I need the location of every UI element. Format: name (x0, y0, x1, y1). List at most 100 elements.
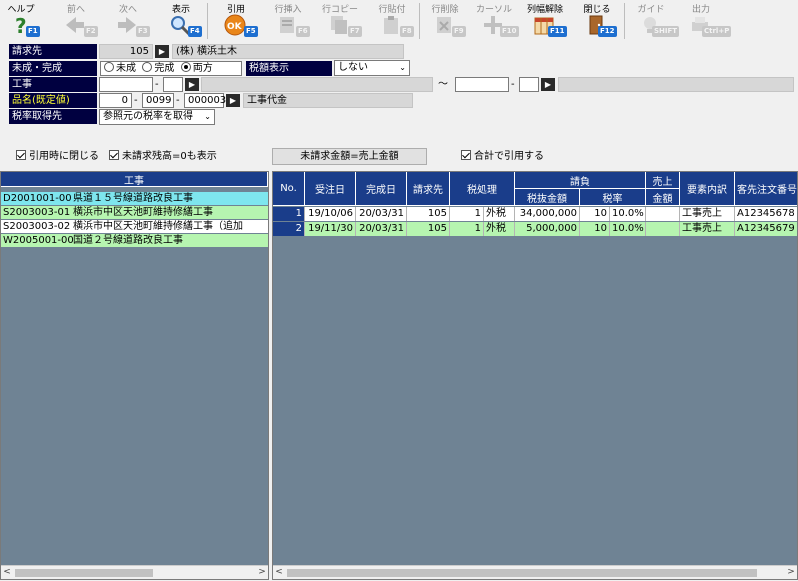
cell-order-date: 19/10/06 (305, 207, 356, 221)
tax-display-value: しない (338, 62, 368, 73)
billing-code[interactable]: 105 (99, 44, 153, 59)
cell-sales (646, 222, 680, 236)
quote-total-label: 合計で引用する (474, 151, 544, 162)
header-sales-top: 売上 (646, 172, 680, 189)
project-name: 横浜市中区天池町維持修繕工事 (73, 207, 213, 218)
project-list-item[interactable]: S2003003-02 横浜市中区天池町維持修繕工事（追加 (1, 220, 268, 233)
check-icon (16, 150, 26, 160)
project-code: S2003003-02 (3, 221, 71, 232)
item-code1[interactable]: 0 (99, 93, 132, 108)
close-button[interactable]: 閉じる F12 (572, 0, 622, 40)
project-list-item[interactable]: W2005001-00 国道２号線道路改良工事 (1, 234, 268, 247)
project-from-name (201, 77, 433, 92)
quote-button[interactable]: 引用 OK F5 (212, 0, 260, 40)
item-code3[interactable]: 000003 (184, 93, 226, 108)
status-radio-incomplete[interactable]: 未成 (104, 62, 136, 74)
cell-order-no: A12345679 (735, 222, 797, 236)
header-tax-treatment: 税処理 (450, 172, 515, 206)
project-name: 国道２号線道路改良工事 (73, 235, 183, 246)
row-insert-fkey: F6 (296, 26, 310, 37)
billing-lookup-button[interactable]: ▶ (155, 45, 169, 58)
project-code: W2005001-00 (3, 235, 74, 246)
show-zero-balance-checkbox[interactable]: 未請求残高=0も表示 (109, 150, 217, 163)
cell-rate: 10.0% (610, 207, 646, 221)
project-list-header: 工事 (1, 172, 268, 187)
row-delete-fkey: F9 (452, 26, 466, 37)
left-horizontal-scrollbar[interactable]: < > (1, 565, 268, 579)
cell-tax-code: 1 (450, 207, 484, 221)
cell-tax-name: 外税 (484, 222, 515, 236)
row-copy-icon (331, 16, 347, 34)
scroll-left-icon[interactable]: < (273, 566, 285, 579)
close-fkey: F12 (598, 26, 617, 37)
ok-icon: OK (224, 14, 246, 36)
status-option-complete: 完成 (154, 63, 175, 74)
close-on-quote-checkbox[interactable]: 引用時に閉じる (16, 150, 99, 163)
row-paste-button[interactable]: 行貼付 F8 (368, 0, 416, 40)
header-tax-rate: 税率 (580, 189, 646, 206)
tax-display-label: 税額表示 (246, 61, 332, 76)
status-radio-complete[interactable]: 完成 (142, 62, 175, 74)
toolbar-divider (419, 3, 420, 39)
row-delete-button[interactable]: 行削除 F9 (422, 0, 468, 40)
right-horizontal-scrollbar[interactable]: < > (273, 565, 797, 579)
project-list-item[interactable]: D2001001-00 県道１５号線道路改良工事 (1, 192, 268, 205)
row-copy-fkey: F7 (348, 26, 362, 37)
cell-no: 2 (273, 222, 305, 236)
output-fkey: Ctrl+P (702, 26, 732, 37)
next-button[interactable]: 次へ F3 (104, 0, 152, 40)
project-to-name (558, 77, 794, 92)
cell-order-date: 19/11/30 (305, 222, 356, 236)
amount-toggle-button[interactable]: 未請求金額=売上金額 (272, 148, 427, 165)
scroll-right-icon[interactable]: > (256, 566, 268, 579)
window: ヘルプ ? F1 前へ F2 次へ F3 表示 F4 引用 OK F5 行挿入 … (0, 0, 798, 581)
range-tilde: 〜 (438, 79, 448, 90)
project-to-code[interactable] (455, 77, 509, 92)
help-button[interactable]: ヘルプ ? F1 (2, 0, 40, 40)
header-complete-date: 完成日 (356, 172, 407, 206)
project-from-code[interactable] (99, 77, 153, 92)
quote-total-checkbox[interactable]: 合計で引用する (461, 150, 544, 163)
guide-button[interactable]: ガイド SHIFT (628, 0, 680, 40)
quote-fkey: F5 (244, 26, 258, 37)
project-list-item[interactable]: S2003003-01 横浜市中区天池町維持修繕工事 (1, 206, 268, 219)
project-to-branch[interactable] (519, 77, 539, 92)
scrollbar-thumb[interactable] (15, 569, 153, 577)
cell-rate-code: 10 (580, 222, 610, 236)
project-code: D2001001-00 (3, 193, 72, 204)
cell-tax-name: 外税 (484, 207, 515, 221)
status-radio-both[interactable]: 両方 (180, 62, 213, 74)
project-from-branch[interactable] (163, 77, 183, 92)
table-row[interactable]: 2 19/11/30 20/03/31 105 1 外税 5,000,000 1… (273, 222, 797, 236)
cell-billing: 105 (407, 207, 450, 221)
cursor-button[interactable]: カーソル F10 (470, 0, 519, 40)
project-to-lookup-button[interactable]: ▶ (541, 78, 555, 91)
project-code: S2003003-01 (3, 207, 71, 218)
project-from-lookup-button[interactable]: ▶ (185, 78, 199, 91)
col-width-reset-fkey: F11 (548, 26, 567, 37)
row-insert-button[interactable]: 行挿入 F6 (264, 0, 312, 40)
prev-button[interactable]: 前へ F2 (52, 0, 100, 40)
scrollbar-thumb[interactable] (287, 569, 757, 577)
item-lookup-button[interactable]: ▶ (226, 94, 240, 107)
output-button[interactable]: 出力 Ctrl+P (678, 0, 732, 40)
item-code2[interactable]: 0099 (142, 93, 174, 108)
tax-display-select[interactable]: しない ⌄ (334, 60, 410, 76)
show-button[interactable]: 表示 F4 (158, 0, 204, 40)
table-row[interactable]: 1 19/10/06 20/03/31 105 1 外税 34,000,000 … (273, 207, 797, 221)
row-copy-button[interactable]: 行コピー F7 (316, 0, 364, 40)
radio-circle (104, 62, 114, 72)
scroll-right-icon[interactable]: > (785, 566, 797, 579)
chevron-down-icon: ⌄ (204, 112, 211, 121)
cell-order-no: A12345678 (735, 207, 797, 221)
show-fkey: F4 (188, 26, 202, 37)
check-icon (109, 150, 119, 160)
project-name: 県道１５号線道路改良工事 (73, 193, 193, 204)
billing-label: 請求先 (9, 44, 97, 59)
tax-rate-select[interactable]: 参照元の税率を取得 ⌄ (99, 109, 215, 125)
scroll-left-icon[interactable]: < (1, 566, 13, 579)
tax-rate-label: 税率取得先 (9, 109, 97, 124)
col-width-reset-button[interactable]: 列幅解除 F11 (520, 0, 570, 40)
item-name: 工事代金 (243, 93, 413, 108)
header-billing: 請求先 (407, 172, 450, 206)
